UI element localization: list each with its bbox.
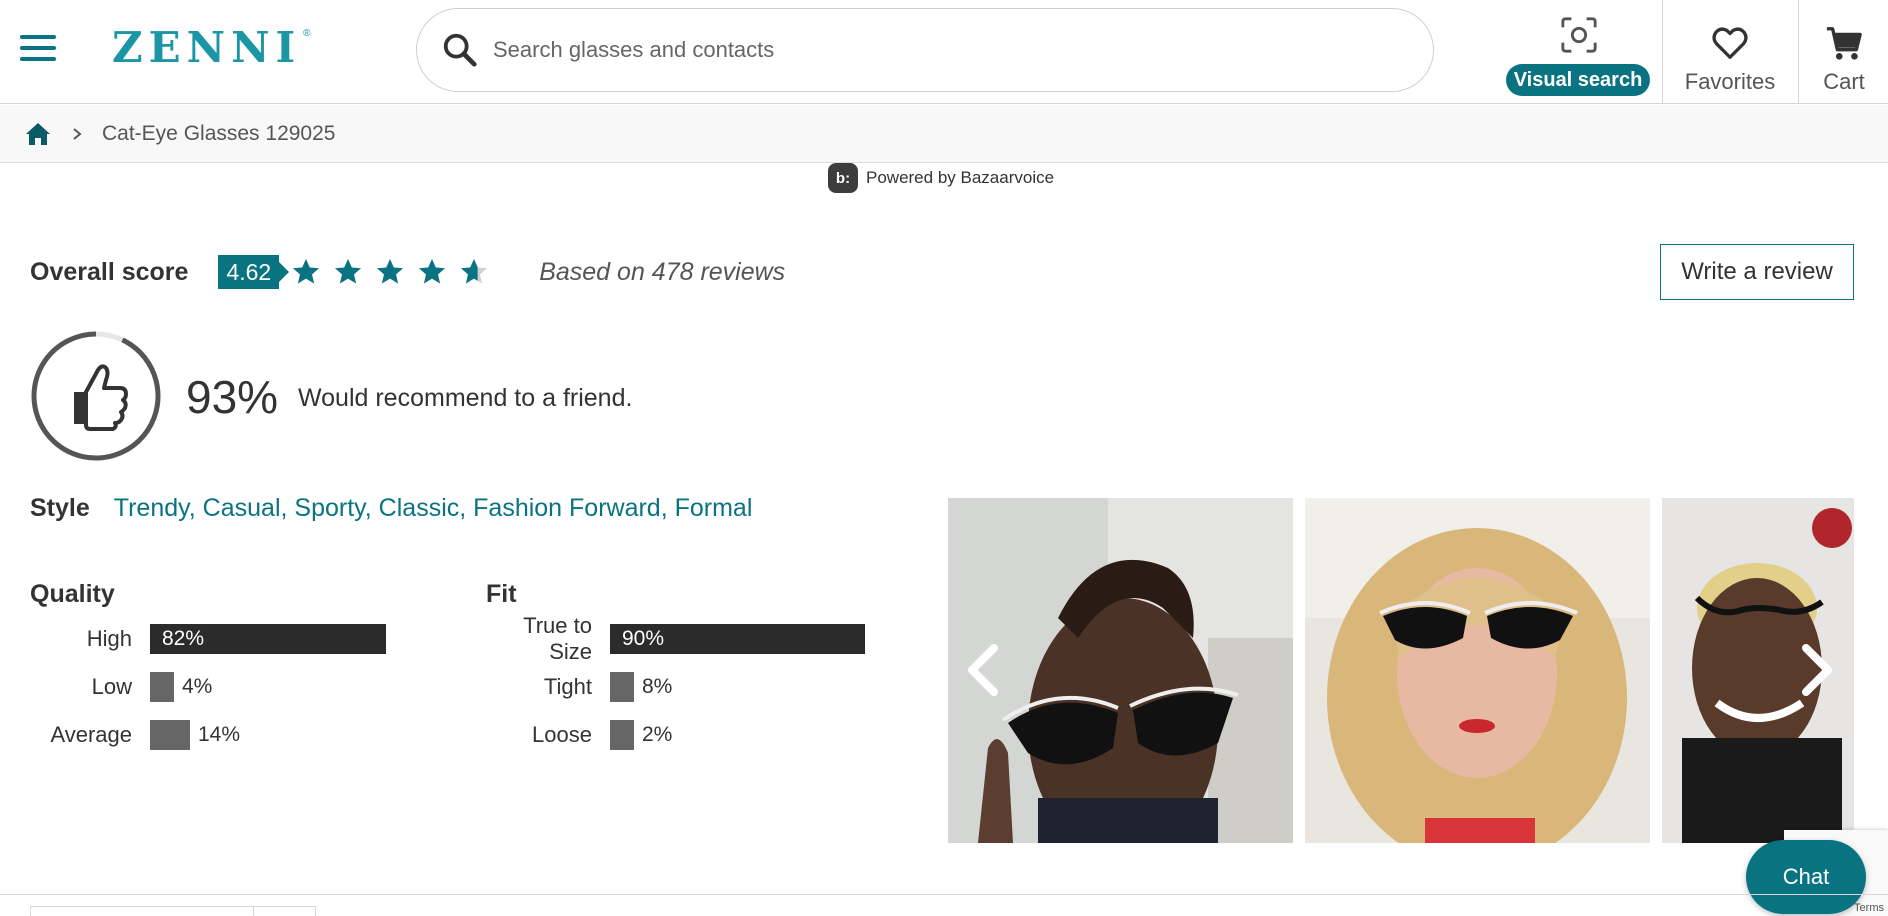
- fit-row-label: True to Size: [523, 613, 592, 664]
- overall-score-row: Overall score 4.62 Based on 478 reviews: [30, 254, 785, 290]
- quality-row-label: Low: [91, 674, 132, 699]
- breadcrumb-current: Cat-Eye Glasses 129025: [102, 121, 336, 145]
- header-divider: [1798, 0, 1799, 104]
- recommend-text: Would recommend to a friend.: [298, 384, 633, 412]
- search-icon: [443, 33, 477, 67]
- star-icon: [335, 259, 362, 284]
- fit-bar: [610, 672, 634, 702]
- header-divider: [1662, 0, 1663, 104]
- recaptcha-terms-link[interactable]: Terms: [1854, 902, 1884, 914]
- cart-icon: [1826, 27, 1862, 60]
- visual-search-label: Visual search: [1506, 64, 1650, 96]
- breadcrumb: Cat-Eye Glasses 129025: [0, 105, 1888, 163]
- powered-by-text: Powered by Bazaarvoice: [866, 168, 1055, 187]
- fit-row-percent: 8%: [642, 675, 673, 698]
- search-bar[interactable]: [416, 8, 1434, 92]
- carousel-prev-arrow-icon[interactable]: [962, 642, 1002, 698]
- fit-row-percent: 2%: [642, 723, 673, 746]
- camera-scan-icon: [1561, 17, 1597, 53]
- quality-row[interactable]: Low 4%: [30, 672, 212, 702]
- recommend-percentage: 93%: [186, 371, 279, 423]
- quality-row[interactable]: Average 14%: [30, 720, 240, 750]
- favorites-label: Favorites: [1684, 69, 1776, 94]
- thumbs-up-icon: [74, 364, 128, 431]
- carousel-next-arrow-icon[interactable]: [1798, 642, 1838, 698]
- quality-bar: [150, 720, 190, 750]
- cart-label: Cart: [1823, 69, 1865, 94]
- chat-button[interactable]: Chat: [1746, 840, 1866, 914]
- star-icon: [461, 259, 488, 284]
- site-header: ZENNI ® Visual search Favorites Cart: [0, 0, 1888, 104]
- write-review-button[interactable]: Write a review: [1660, 244, 1854, 300]
- heart-icon: [1712, 27, 1748, 59]
- style-row: Style Trendy, Casual, Sporty, Classic, F…: [30, 494, 752, 523]
- quality-row-percent: 4%: [182, 675, 213, 698]
- logo-registered-mark: ®: [303, 28, 311, 39]
- quality-row[interactable]: High 82%: [30, 624, 386, 654]
- style-label: Style: [30, 494, 90, 522]
- fit-bar: 90%: [610, 624, 865, 654]
- review-photo-carousel: [948, 498, 1854, 843]
- fit-bar: [610, 720, 634, 750]
- star-icon: [419, 259, 446, 284]
- fit-row-label: Loose: [532, 722, 592, 747]
- review-photo-image: [1305, 498, 1650, 843]
- fit-row-label: Tight: [543, 674, 592, 699]
- fit-title: Fit: [486, 580, 517, 608]
- quality-row-label: High: [86, 626, 132, 651]
- home-icon[interactable]: [24, 120, 52, 148]
- zenni-logo[interactable]: ZENNI ®: [112, 23, 311, 72]
- fit-row-percent: 90%: [622, 627, 665, 650]
- fit-row[interactable]: Tight 8%: [486, 672, 672, 702]
- quality-row-percent: 14%: [198, 723, 241, 746]
- favorites-button[interactable]: Favorites: [1664, 24, 1796, 96]
- bazaarvoice-logo-icon: b:: [828, 163, 858, 193]
- visual-search-button[interactable]: Visual search: [1506, 16, 1650, 96]
- review-filter-box[interactable]: [30, 906, 316, 916]
- quality-row-percent: 82%: [162, 627, 205, 650]
- reviews-count: Based on 478 reviews: [539, 257, 786, 286]
- quality-row-label: Average: [50, 722, 132, 747]
- overall-score-label: Overall score: [30, 257, 189, 286]
- quality-title: Quality: [30, 580, 115, 608]
- star-rating: [291, 257, 501, 287]
- fit-row[interactable]: True to Size 90%: [486, 613, 865, 664]
- style-values: Trendy, Casual, Sporty, Classic, Fashion…: [113, 494, 753, 522]
- hamburger-menu-icon[interactable]: [20, 33, 56, 63]
- recommend-ring: [31, 331, 161, 461]
- quality-bar: 82%: [150, 624, 386, 654]
- quality-bar: [150, 672, 174, 702]
- fit-row[interactable]: Loose 2%: [486, 720, 672, 750]
- score-badge: 4.62: [218, 255, 289, 289]
- review-photo[interactable]: [1305, 498, 1650, 843]
- star-icon: [377, 259, 404, 284]
- powered-by-bazaarvoice: b: Powered by Bazaarvoice: [828, 163, 1054, 193]
- search-input[interactable]: [493, 37, 1393, 63]
- cart-button[interactable]: Cart: [1800, 24, 1888, 96]
- chevron-right-icon: [73, 127, 82, 140]
- logo-text: ZENNI: [112, 23, 302, 72]
- section-divider: [0, 894, 1888, 895]
- star-icon: [293, 259, 320, 284]
